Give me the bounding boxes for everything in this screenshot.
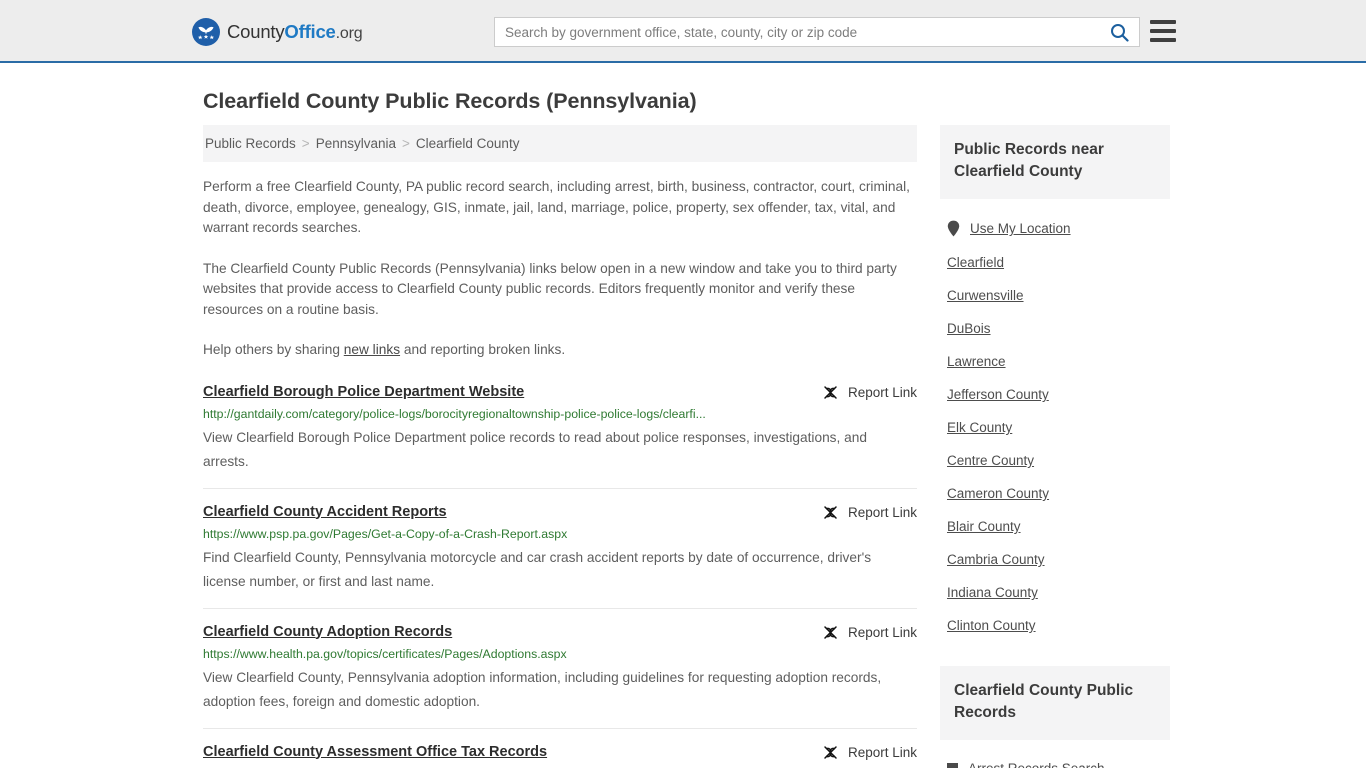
- result-header: Clearfield County Accident Reports Repor…: [203, 503, 917, 521]
- breadcrumb-item-clearfield-county: Clearfield County: [415, 136, 520, 151]
- breadcrumb-item-public-records[interactable]: Public Records: [205, 136, 296, 151]
- brand-part-county: County: [227, 21, 285, 42]
- site-logo-link[interactable]: CountyOffice.org: [192, 18, 363, 46]
- result-header: Clearfield County Adoption Records Repor…: [203, 623, 917, 641]
- result-description: View Clearfield County, Pennsylvania ado…: [203, 669, 882, 709]
- report-link-button[interactable]: Report Link: [822, 624, 917, 641]
- sidebar-link-label[interactable]: Jefferson County: [947, 387, 1049, 402]
- sidebar-link-jefferson-county[interactable]: Jefferson County: [940, 378, 1170, 411]
- sidebar-link-label[interactable]: Cameron County: [947, 486, 1049, 501]
- search-icon: [1110, 23, 1129, 42]
- sidebar-link-label[interactable]: DuBois: [947, 321, 991, 336]
- site-header: CountyOffice.org: [0, 0, 1366, 63]
- sidebar-link-elk-county[interactable]: Elk County: [940, 411, 1170, 444]
- sidebar-link-cambria-county[interactable]: Cambria County: [940, 543, 1170, 576]
- sidebar-link-lawrence[interactable]: Lawrence: [940, 345, 1170, 378]
- result-url[interactable]: https://www.psp.pa.gov/Pages/Get-a-Copy-…: [203, 526, 917, 542]
- sidebar-link-label[interactable]: Indiana County: [947, 585, 1038, 600]
- new-links-link[interactable]: new links: [344, 342, 400, 357]
- sidebar-link-label[interactable]: Lawrence: [947, 354, 1006, 369]
- report-link-button[interactable]: Report Link: [822, 504, 917, 521]
- result-title-link[interactable]: Clearfield Borough Police Department Web…: [203, 383, 524, 401]
- result-item: Clearfield Borough Police Department Web…: [203, 383, 917, 489]
- square-bullet-icon: [947, 763, 958, 768]
- breadcrumb-separator-2: >: [402, 136, 410, 151]
- sidebar-link-blair-county[interactable]: Blair County: [940, 510, 1170, 543]
- intro-paragraph-1: Perform a free Clearfield County, PA pub…: [203, 179, 910, 235]
- map-pin-icon: [947, 220, 960, 237]
- sidebar-link-label[interactable]: Centre County: [947, 453, 1034, 468]
- sidebar-link-label[interactable]: Clearfield: [947, 255, 1004, 270]
- report-link-button[interactable]: Report Link: [822, 384, 917, 401]
- use-my-location-row[interactable]: Use My Location: [940, 211, 1170, 246]
- intro-paragraph-3: Help others by sharing new links and rep…: [203, 340, 915, 361]
- broken-link-icon: [824, 625, 837, 639]
- sidebar-link-label[interactable]: Elk County: [947, 420, 1012, 435]
- page-title: Clearfield County Public Records (Pennsy…: [203, 89, 697, 113]
- report-link-label: Report Link: [847, 624, 917, 640]
- report-link-button[interactable]: Report Link: [822, 744, 917, 761]
- sidebar-link-centre-county[interactable]: Centre County: [940, 444, 1170, 477]
- search-input[interactable]: [495, 18, 1099, 46]
- sidebar-link-indiana-county[interactable]: Indiana County: [940, 576, 1170, 609]
- search-bar[interactable]: [494, 17, 1140, 47]
- use-my-location-link[interactable]: Use My Location: [970, 221, 1071, 236]
- sidebar-link-label[interactable]: Cambria County: [947, 552, 1045, 567]
- sidebar-link-label[interactable]: Blair County: [947, 519, 1021, 534]
- intro-paragraph-3-pre: Help others by sharing: [203, 342, 344, 357]
- intro-paragraph-2: The Clearfield County Public Records (Pe…: [203, 260, 897, 317]
- result-header: Clearfield Borough Police Department Web…: [203, 383, 917, 401]
- report-link-label: Report Link: [847, 504, 917, 520]
- broken-link-icon: [824, 505, 837, 519]
- broken-link-icon: [824, 745, 837, 759]
- sidebar-link-cameron-county[interactable]: Cameron County: [940, 477, 1170, 510]
- county-public-records-heading: Clearfield County Public Records: [954, 682, 1134, 721]
- result-url[interactable]: https://www.health.pa.gov/topics/certifi…: [203, 646, 917, 662]
- sidebar-link-label[interactable]: Clinton County: [947, 618, 1036, 633]
- breadcrumb-separator-1: >: [301, 136, 310, 151]
- result-title-link[interactable]: Clearfield County Assessment Office Tax …: [203, 743, 547, 761]
- hamburger-menu-icon[interactable]: [1150, 20, 1176, 42]
- result-item: Clearfield County Adoption Records Repor…: [203, 623, 917, 729]
- brand-part-org: .org: [335, 25, 363, 42]
- hamburger-bar-3: [1150, 38, 1176, 42]
- nearby-records-link-list: Use My Location Clearfield Curwensville …: [940, 199, 1170, 642]
- result-url[interactable]: http://gantdaily.com/category/police-log…: [203, 406, 917, 422]
- breadcrumb-item-pennsylvania[interactable]: Pennsylvania: [316, 136, 396, 151]
- county-public-records-box: Clearfield County Public Records: [940, 666, 1170, 740]
- sidebar: Public Records near Clearfield County Us…: [940, 125, 1170, 768]
- result-item: Clearfield County Assessment Office Tax …: [203, 743, 917, 768]
- report-link-label: Report Link: [847, 744, 917, 760]
- sidebar-link-curwensville[interactable]: Curwensville: [940, 279, 1170, 312]
- sidebar-link-label[interactable]: Curwensville: [947, 288, 1024, 303]
- search-button[interactable]: [1099, 18, 1139, 46]
- intro-paragraph-3-post: and reporting broken links.: [400, 342, 566, 357]
- broken-link-icon: [824, 385, 837, 399]
- brand-part-office: Office: [284, 21, 336, 42]
- result-header: Clearfield County Assessment Office Tax …: [203, 743, 917, 761]
- sidebar-link-arrest-records-search[interactable]: Arrest Records Search: [940, 752, 1170, 768]
- nearby-records-heading: Public Records near Clearfield County: [954, 141, 1104, 180]
- countyoffice-logo-icon: [192, 18, 220, 46]
- main-content: Public Records > Pennsylvania > Clearfie…: [203, 125, 917, 768]
- result-title-link[interactable]: Clearfield County Adoption Records: [203, 623, 452, 641]
- breadcrumb: Public Records > Pennsylvania > Clearfie…: [203, 125, 917, 162]
- result-description: Find Clearfield County, Pennsylvania mot…: [203, 549, 872, 589]
- result-item: Clearfield County Accident Reports Repor…: [203, 503, 917, 609]
- result-title-link[interactable]: Clearfield County Accident Reports: [203, 503, 447, 521]
- brand-wordmark: CountyOffice.org: [227, 21, 363, 43]
- hamburger-bar-1: [1150, 20, 1176, 24]
- sidebar-link-dubois[interactable]: DuBois: [940, 312, 1170, 345]
- report-link-label: Report Link: [847, 384, 917, 400]
- hamburger-bar-2: [1150, 29, 1176, 33]
- result-description: View Clearfield Borough Police Departmen…: [203, 429, 867, 469]
- nearby-records-box: Public Records near Clearfield County: [940, 125, 1170, 199]
- sidebar-link-label[interactable]: Arrest Records Search: [968, 761, 1105, 768]
- sidebar-link-clinton-county[interactable]: Clinton County: [940, 609, 1170, 642]
- results-list: Clearfield Borough Police Department Web…: [203, 383, 917, 768]
- sidebar-link-clearfield[interactable]: Clearfield: [940, 246, 1170, 279]
- county-public-records-link-list: Arrest Records Search: [940, 740, 1170, 768]
